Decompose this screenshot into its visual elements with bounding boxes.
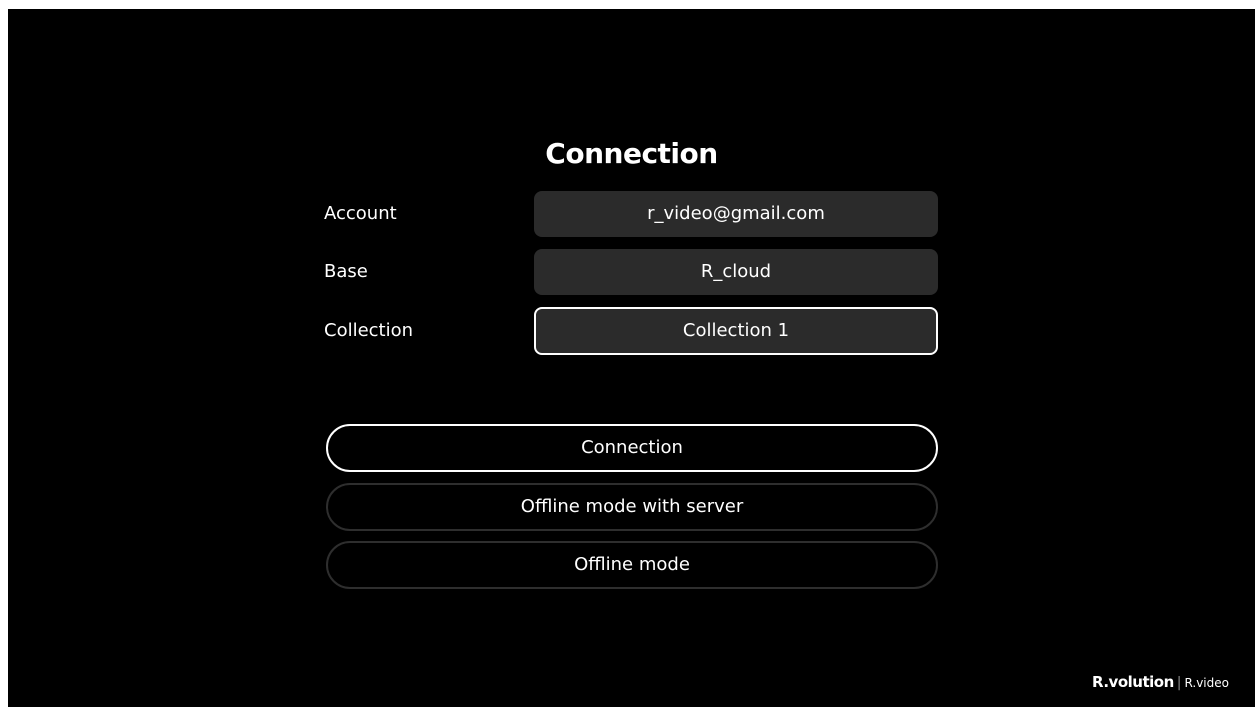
offline-mode-with-server-button[interactable]: Offline mode with server: [326, 483, 938, 531]
page-title: Connection: [8, 137, 1255, 170]
offline-mode-button[interactable]: Offline mode: [326, 541, 938, 589]
collection-label: Collection: [324, 320, 414, 341]
base-field[interactable]: R_cloud: [534, 249, 938, 295]
connection-button[interactable]: Connection: [326, 424, 938, 472]
collection-field[interactable]: Collection 1: [534, 307, 938, 355]
brand-logo: R.volution | R.video: [1092, 673, 1229, 691]
connection-screen: Connection Account r_video@gmail.com Bas…: [8, 9, 1255, 707]
base-label: Base: [324, 261, 368, 282]
brand-separator: |: [1176, 675, 1182, 691]
account-label: Account: [324, 203, 397, 224]
page-title-text: Connection: [545, 137, 718, 170]
brand-sub: R.video: [1184, 676, 1229, 690]
brand-main: R.volution: [1092, 673, 1174, 691]
account-field[interactable]: r_video@gmail.com: [534, 191, 938, 237]
